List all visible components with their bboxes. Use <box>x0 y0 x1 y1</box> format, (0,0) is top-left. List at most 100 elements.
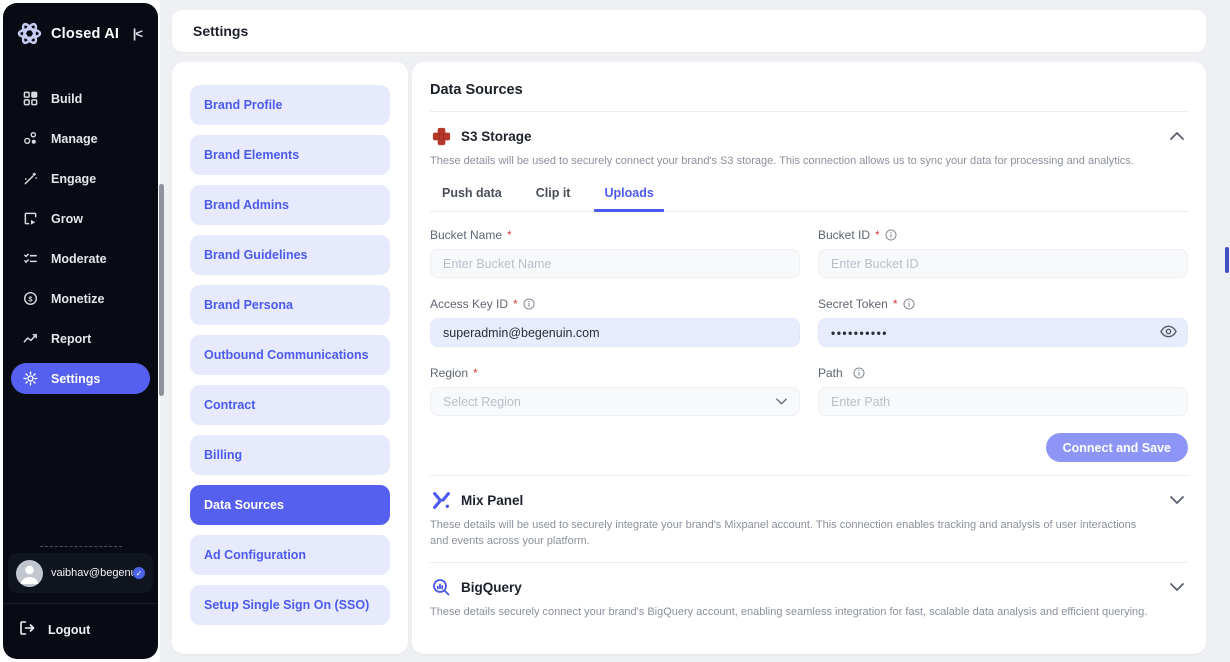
bigquery-section-title: BigQuery <box>461 580 1166 595</box>
show-password-eye-icon[interactable] <box>1160 325 1177 343</box>
subnav-item-billing[interactable]: Billing <box>190 435 390 475</box>
monetize-dollar-icon: $ <box>22 290 39 307</box>
s3-collapse-chevron-up-icon[interactable] <box>1166 128 1188 144</box>
subnav-item-sso[interactable]: Setup Single Sign On (SSO) <box>190 585 390 625</box>
sidebar-item-build[interactable]: Build <box>11 83 150 114</box>
mixpanel-section-header: Mix Panel <box>430 489 1188 511</box>
moderate-checklist-icon <box>22 250 39 267</box>
data-sources-panel: Data Sources S3 Storage These details wi… <box>412 62 1206 654</box>
user-avatar <box>16 560 43 587</box>
primary-sidebar: Closed AI |< Build Manage <box>3 3 158 659</box>
settings-subnav: Brand Profile Brand Elements Brand Admin… <box>172 62 408 654</box>
mixpanel-section-title: Mix Panel <box>461 493 1166 508</box>
sidebar-item-label: Monetize <box>51 292 104 306</box>
sidebar-scrollbar-thumb[interactable] <box>159 184 164 396</box>
sidebar-item-settings[interactable]: Settings <box>11 363 150 394</box>
bucket-name-label: Bucket Name <box>430 228 502 242</box>
s3-section-title: S3 Storage <box>461 129 1166 144</box>
sidebar-item-label: Report <box>51 332 91 346</box>
sidebar-item-label: Manage <box>51 132 98 146</box>
subnav-item-data-sources[interactable]: Data Sources <box>190 485 390 525</box>
tab-push-data[interactable]: Push data <box>432 180 512 211</box>
bigquery-section-header: BigQuery <box>430 576 1188 598</box>
primary-nav: Build Manage Engage <box>3 57 158 394</box>
tab-uploads[interactable]: Uploads <box>594 180 663 212</box>
sidebar-item-monetize[interactable]: $ Monetize <box>11 283 150 314</box>
sidebar-item-label: Moderate <box>51 252 107 266</box>
sidebar-collapse-icon[interactable]: |< <box>129 24 146 43</box>
mixpanel-expand-chevron-down-icon[interactable] <box>1166 492 1188 508</box>
bucket-id-input[interactable] <box>818 249 1188 278</box>
subnav-label: Setup Single Sign On (SSO) <box>204 598 369 612</box>
subnav-item-brand-guidelines[interactable]: Brand Guidelines <box>190 235 390 275</box>
app-root: Closed AI |< Build Manage <box>0 0 1230 662</box>
subnav-label: Ad Configuration <box>204 548 306 562</box>
user-email: vaibhav@begenu... <box>51 567 133 579</box>
s3-section-header: S3 Storage <box>430 125 1188 147</box>
subnav-item-brand-persona[interactable]: Brand Persona <box>190 285 390 325</box>
dashed-divider <box>40 546 122 547</box>
secret-token-input[interactable] <box>818 318 1188 347</box>
chevron-down-icon <box>776 398 787 405</box>
info-icon[interactable] <box>853 367 865 379</box>
grow-arrow-icon <box>22 210 39 227</box>
subnav-label: Brand Profile <box>204 98 283 112</box>
divider <box>430 111 1188 112</box>
required-asterisk: * <box>875 228 880 242</box>
svg-text:$: $ <box>28 294 33 303</box>
sidebar-footer: vaibhav@begenu... ✓ Logout <box>3 546 158 659</box>
region-select[interactable]: Select Region <box>430 387 800 416</box>
logout-label: Logout <box>48 623 90 637</box>
brand-header: Closed AI |< <box>3 3 158 57</box>
divider <box>430 562 1188 563</box>
subnav-item-outbound-communications[interactable]: Outbound Communications <box>190 335 390 375</box>
report-chart-icon <box>22 330 39 347</box>
secret-token-label: Secret Token <box>818 297 888 311</box>
bigquery-description: These details securely connect your bran… <box>430 604 1188 620</box>
path-input[interactable] <box>818 387 1188 416</box>
sidebar-item-grow[interactable]: Grow <box>11 203 150 234</box>
s3-tabs: Push data Clip it Uploads <box>430 180 1188 212</box>
bigquery-expand-chevron-down-icon[interactable] <box>1166 579 1188 595</box>
sidebar-item-moderate[interactable]: Moderate <box>11 243 150 274</box>
s3-storage-icon <box>430 125 452 147</box>
subnav-item-brand-profile[interactable]: Brand Profile <box>190 85 390 125</box>
info-icon[interactable] <box>885 229 897 241</box>
page-scrollbar-thumb[interactable] <box>1225 247 1229 273</box>
divider <box>430 475 1188 476</box>
page-title: Settings <box>193 23 248 39</box>
required-asterisk: * <box>473 366 478 380</box>
region-label: Region <box>430 366 468 380</box>
engage-wand-icon <box>22 170 39 187</box>
field-secret-token: Secret Token * <box>818 297 1188 347</box>
subnav-item-brand-admins[interactable]: Brand Admins <box>190 185 390 225</box>
tab-clip-it[interactable]: Clip it <box>526 180 581 211</box>
bucket-name-input[interactable] <box>430 249 800 278</box>
info-icon[interactable] <box>903 298 915 310</box>
info-icon[interactable] <box>523 298 535 310</box>
field-path: Path <box>818 366 1188 416</box>
mixpanel-icon <box>430 489 452 511</box>
access-key-label: Access Key ID <box>430 297 508 311</box>
subnav-label: Outbound Communications <box>204 348 369 362</box>
subnav-item-ad-configuration[interactable]: Ad Configuration <box>190 535 390 575</box>
user-account-card[interactable]: vaibhav@begenu... ✓ <box>8 553 153 593</box>
mixpanel-description: These details will be used to securely i… <box>430 517 1188 549</box>
sidebar-item-label: Engage <box>51 172 96 186</box>
field-bucket-id: Bucket ID * <box>818 228 1188 278</box>
required-asterisk: * <box>513 297 518 311</box>
subnav-item-contract[interactable]: Contract <box>190 385 390 425</box>
required-asterisk: * <box>893 297 898 311</box>
subnav-label: Billing <box>204 448 242 462</box>
logout-icon <box>19 620 35 639</box>
access-key-input[interactable] <box>430 318 800 347</box>
subnav-item-brand-elements[interactable]: Brand Elements <box>190 135 390 175</box>
sidebar-item-report[interactable]: Report <box>11 323 150 354</box>
sidebar-item-label: Settings <box>51 372 100 386</box>
sidebar-item-manage[interactable]: Manage <box>11 123 150 154</box>
required-asterisk: * <box>507 228 512 242</box>
sidebar-item-engage[interactable]: Engage <box>11 163 150 194</box>
page-header: Settings <box>172 10 1206 52</box>
logout-button[interactable]: Logout <box>3 604 158 659</box>
connect-and-save-button[interactable]: Connect and Save <box>1046 433 1188 462</box>
